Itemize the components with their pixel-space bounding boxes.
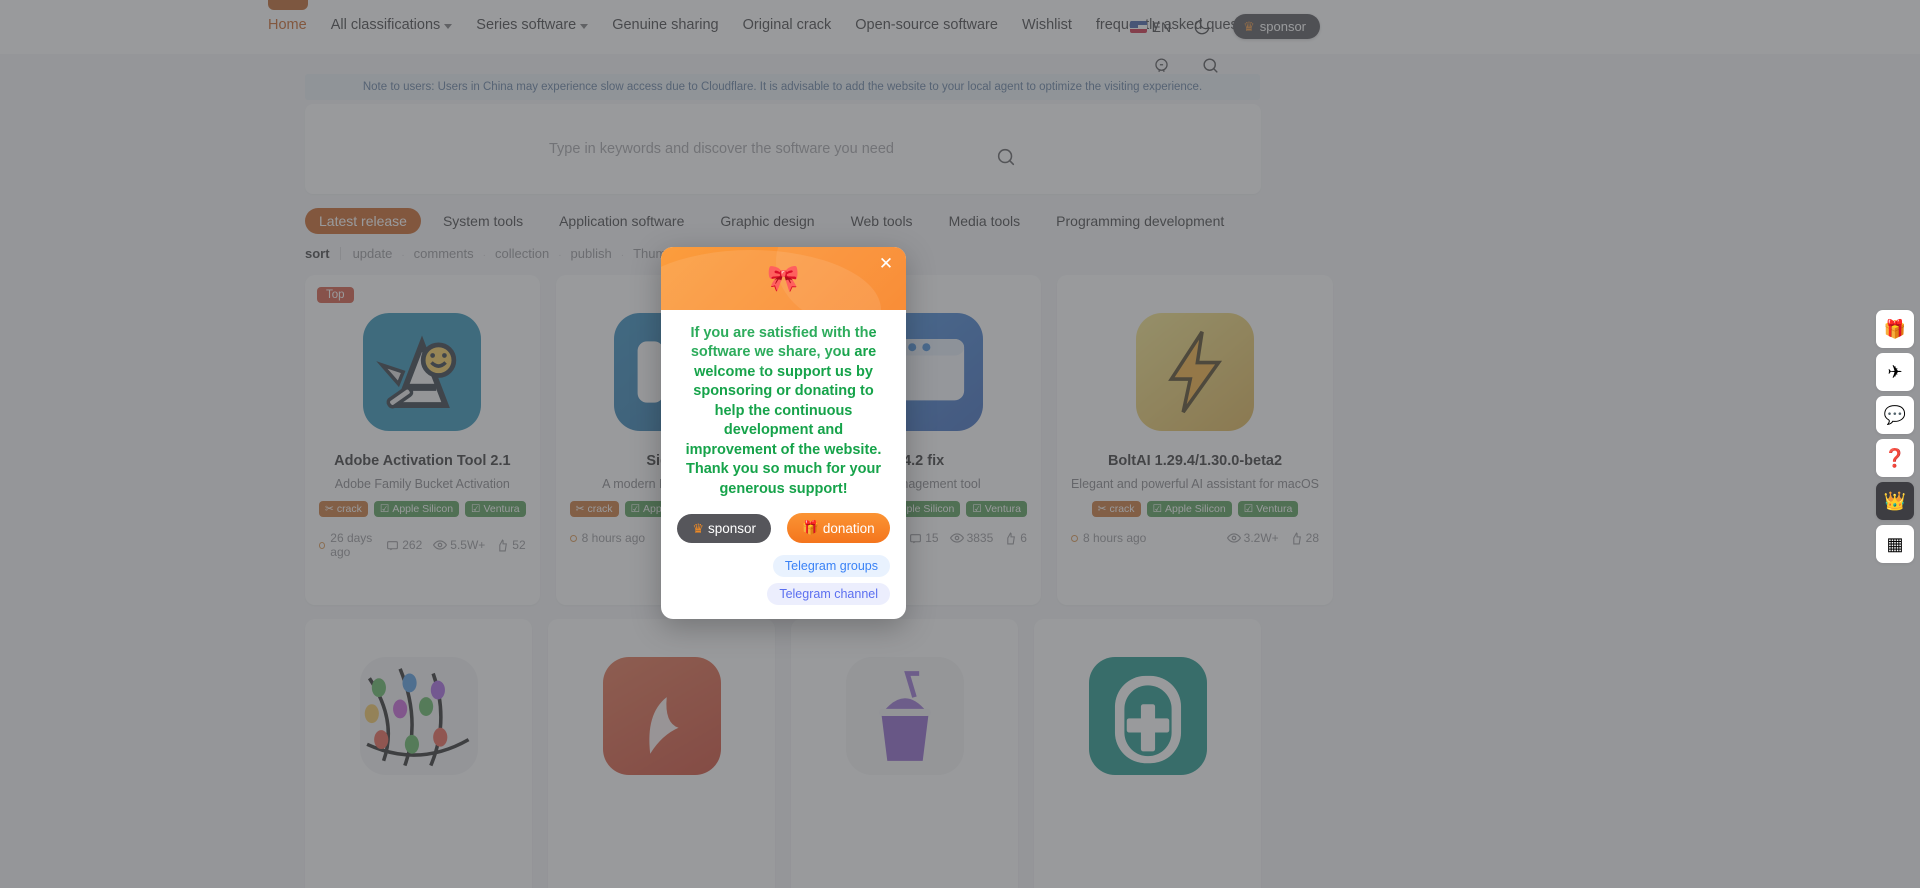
gift-box-icon: 🎁 — [802, 520, 819, 535]
modal-sponsor-label: sponsor — [708, 520, 757, 536]
gift-icon[interactable]: 🎁 — [1876, 310, 1914, 348]
crown-icon[interactable]: 👑 — [1876, 482, 1914, 520]
donation-modal: ✕ 🎀 If you are satisfied with the softwa… — [661, 247, 906, 619]
modal-button-row: ♛ sponsor 🎁 donation — [677, 513, 890, 543]
modal-header: ✕ 🎀 — [661, 247, 906, 369]
telegram-channel-link[interactable]: Telegram channel — [767, 583, 890, 605]
telegram-icon[interactable]: ✈ — [1876, 353, 1914, 391]
modal-sponsor-button[interactable]: ♛ sponsor — [677, 513, 772, 543]
modal-donation-button[interactable]: 🎁 donation — [787, 513, 890, 543]
telegram-links: Telegram groups Telegram channel — [767, 555, 890, 605]
wechat-icon[interactable]: 💬 — [1876, 396, 1914, 434]
floating-toolbar: 🎁 ✈ 💬 ❓ 👑 ▦ — [1876, 310, 1914, 563]
gift-icon: 🎀 — [767, 262, 800, 293]
modal-donation-label: donation — [822, 520, 875, 536]
modal-overlay[interactable] — [0, 0, 1920, 888]
qrcode-icon[interactable]: ▦ — [1876, 525, 1914, 563]
crown-icon: ♛ — [692, 520, 704, 536]
close-icon[interactable]: ✕ — [877, 255, 895, 273]
help-icon[interactable]: ❓ — [1876, 439, 1914, 477]
page-root: HomeAll classificationsSeries softwareGe… — [0, 0, 1920, 888]
telegram-groups-link[interactable]: Telegram groups — [772, 555, 890, 577]
